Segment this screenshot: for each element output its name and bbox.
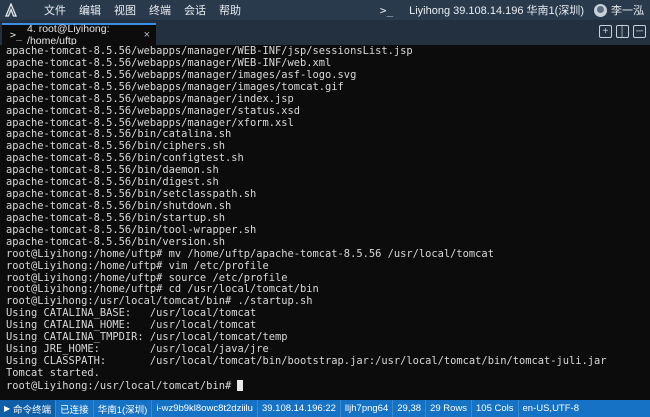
- terminal-prompt-line[interactable]: root@Liyihong:/usr/local/tomcat/bin#: [6, 379, 650, 392]
- terminal-mode-icon: ▶: [4, 404, 11, 413]
- terminal-cursor: [237, 379, 244, 391]
- terminal-scrollbar[interactable]: [642, 45, 650, 400]
- status-bar: ▶ 命令终端 已连接 华南1(深圳) i-wz9b9kl8owc8t2dziil…: [0, 400, 650, 417]
- user-name[interactable]: 李一泓: [611, 2, 644, 18]
- terminal-line: apache-tomcat-8.5.56/webapps/manager/ima…: [6, 68, 357, 81]
- status-region: 华南1(深圳): [94, 400, 153, 417]
- terminal-line: apache-tomcat-8.5.56/bin/version.sh: [6, 235, 225, 248]
- avatar[interactable]: [594, 3, 607, 17]
- terminal-line: Using CLASSPATH: /usr/local/tomcat/bin/b…: [6, 354, 607, 367]
- status-cols: 105 Cols: [472, 400, 519, 417]
- menu-bar: 文件 编辑 视图 终端 会话 帮助: [44, 2, 254, 18]
- tab-label: 4. root@Liyihong: /home/uftp: [27, 23, 110, 47]
- menu-view[interactable]: 视图: [114, 2, 136, 18]
- terminal-line: root@Liyihong:/home/uftp# mv /home/uftp/…: [6, 247, 494, 260]
- terminal-prompt: root@Liyihong:/usr/local/tomcat/bin#: [6, 379, 238, 392]
- split-vertical-icon[interactable]: │: [616, 25, 629, 38]
- app-logo-icon: [0, 0, 22, 20]
- split-horizontal-icon[interactable]: ─: [633, 25, 646, 38]
- status-terminal-type: lljh7png64: [341, 400, 394, 417]
- terminal-output[interactable]: apache-tomcat-8.5.56/webapps/manager/WEB…: [0, 45, 650, 400]
- terminal-line: Tomcat started.: [6, 366, 100, 379]
- terminal-line: root@Liyihong:/home/uftp# vim /etc/profi…: [6, 259, 269, 272]
- terminal-line: apache-tomcat-8.5.56/webapps/manager/sta…: [6, 104, 301, 117]
- tab-tools: + │ ─: [595, 25, 646, 38]
- new-tab-icon[interactable]: +: [599, 25, 612, 38]
- status-mode[interactable]: ▶ 命令终端: [0, 400, 57, 417]
- status-ip: 39.108.14.196:22: [258, 400, 341, 417]
- terminal-line: apache-tomcat-8.5.56/webapps/manager/ima…: [6, 80, 344, 93]
- terminal-icon: >_: [10, 29, 23, 41]
- status-encoding: en-US,UTF-8: [522, 403, 579, 414]
- terminal-line: apache-tomcat-8.5.56/webapps/manager/ind…: [6, 92, 294, 105]
- terminal-line: apache-tomcat-8.5.56/bin/tool-wrapper.sh: [6, 223, 257, 236]
- menu-session[interactable]: 会话: [184, 2, 206, 18]
- menu-file[interactable]: 文件: [44, 2, 66, 18]
- menu-edit[interactable]: 编辑: [79, 2, 101, 18]
- menu-terminal[interactable]: 终端: [149, 2, 171, 18]
- tab-session-4[interactable]: >_ 4. root@Liyihong: /home/uftp ×: [2, 23, 156, 47]
- tab-close-icon[interactable]: ×: [144, 29, 150, 41]
- host-info: Liyihong 39.108.14.196 华南1(深圳): [409, 5, 584, 17]
- tab-bar: >_ 4. root@Liyihong: /home/uftp × + │ ─: [0, 20, 650, 47]
- status-instance[interactable]: i-wz9b9kl8owc8t2dziilu: [152, 400, 258, 417]
- title-bar: 文件 编辑 视图 终端 会话 帮助 >_ Liyihong 39.108.14.…: [0, 0, 650, 20]
- menu-help[interactable]: 帮助: [219, 2, 241, 18]
- status-rows: 29 Rows: [426, 400, 472, 417]
- terminal-prompt-icon[interactable]: >_: [380, 4, 393, 17]
- status-cursor-position: 29,38: [393, 400, 427, 417]
- status-connection: 已连接: [56, 400, 94, 417]
